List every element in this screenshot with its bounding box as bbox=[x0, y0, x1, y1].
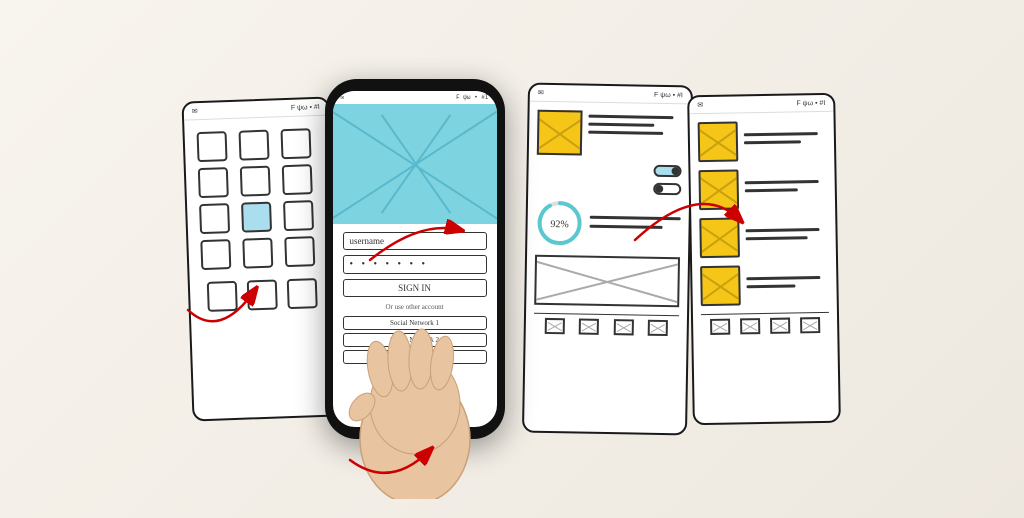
dashboard-header-lines bbox=[588, 111, 682, 141]
toggle-row-1 bbox=[536, 163, 681, 178]
status-center-left: F ψω • #I bbox=[290, 103, 319, 111]
app-icon-9 bbox=[282, 200, 313, 231]
toggle-2-knob bbox=[655, 185, 663, 193]
list-image-3 bbox=[699, 217, 740, 258]
list-lines-4 bbox=[746, 276, 828, 293]
nav-icon-1[interactable] bbox=[544, 318, 564, 334]
username-field[interactable]: username bbox=[343, 232, 487, 250]
card-right-content bbox=[689, 112, 837, 347]
status-icon-left: ✉ bbox=[191, 107, 197, 115]
app-icon-2 bbox=[238, 130, 269, 161]
right-nav-icon-3[interactable] bbox=[770, 318, 790, 334]
dashboard-header bbox=[536, 110, 682, 158]
status-icon-mid: ✉ bbox=[537, 89, 543, 97]
progress-lines bbox=[589, 215, 680, 234]
or-text: Or use other account bbox=[343, 303, 487, 311]
progress-label: 92% bbox=[550, 219, 569, 230]
status-icon-right: ✉ bbox=[697, 101, 703, 109]
phone-status-center: F ψω • #I bbox=[456, 94, 488, 101]
nav-icon-2[interactable] bbox=[579, 319, 599, 335]
list-line-1b bbox=[743, 140, 800, 144]
list-image-4 bbox=[700, 265, 741, 306]
list-lines-1 bbox=[743, 132, 825, 149]
app-icon-11 bbox=[242, 238, 273, 269]
hero-x-line2 bbox=[333, 106, 497, 224]
list-line-3a bbox=[745, 228, 819, 232]
list-item-2 bbox=[698, 168, 827, 210]
list-line-2b bbox=[744, 188, 797, 192]
toggle-row-2 bbox=[536, 181, 681, 196]
app-icon-6 bbox=[281, 164, 312, 195]
status-center-right: F ψω • #I bbox=[796, 99, 825, 107]
progress-line-1 bbox=[589, 215, 680, 220]
list-image-1 bbox=[697, 121, 738, 162]
phone-status-icon: ✉ bbox=[341, 94, 345, 101]
list-line-1a bbox=[743, 132, 817, 136]
dashboard-header-image bbox=[536, 110, 582, 156]
scene: ✉ F ψω • #I bbox=[0, 0, 1024, 518]
list-line-3b bbox=[745, 236, 807, 240]
list-line-2a bbox=[744, 180, 818, 184]
app-icon-1 bbox=[196, 131, 227, 162]
right-nav-icon-2[interactable] bbox=[740, 318, 760, 334]
card-mid-right-content: 92% bbox=[525, 102, 690, 349]
app-icon-4 bbox=[197, 167, 228, 198]
app-icon-5 bbox=[239, 166, 270, 197]
bottom-icon-2 bbox=[246, 279, 277, 310]
password-field[interactable]: • • • • • • • bbox=[343, 255, 487, 274]
list-item-1 bbox=[697, 120, 826, 162]
toggle-1-knob bbox=[671, 167, 679, 175]
progress-line-2 bbox=[589, 224, 662, 228]
app-icon-12 bbox=[284, 236, 315, 267]
card-mid-right: ✉ F ψω • #I bbox=[521, 83, 692, 436]
status-center-mid: F ψω • #I bbox=[653, 91, 682, 99]
card-left-content bbox=[184, 116, 335, 325]
bottom-icon-3 bbox=[286, 278, 317, 309]
app-icon-7 bbox=[199, 203, 230, 234]
app-icon-8-highlighted bbox=[241, 202, 272, 233]
dashboard-bottom-nav bbox=[533, 313, 678, 341]
right-nav-icon-4[interactable] bbox=[800, 317, 820, 333]
card-left-bottom-icons bbox=[197, 270, 326, 316]
header-line-1 bbox=[588, 115, 673, 119]
progress-circle: 92% bbox=[535, 199, 584, 248]
app-grid bbox=[192, 124, 325, 274]
toggle-2[interactable] bbox=[653, 183, 681, 195]
hero-x-line1 bbox=[333, 106, 497, 224]
app-icon-3 bbox=[280, 128, 311, 159]
toggle-1[interactable] bbox=[653, 165, 681, 177]
right-bottom-nav bbox=[700, 312, 828, 339]
hand-illustration bbox=[305, 319, 525, 499]
sign-in-button[interactable]: SIGN IN bbox=[343, 279, 487, 297]
right-nav-icon-1[interactable] bbox=[710, 319, 730, 335]
app-icon-10 bbox=[200, 239, 231, 270]
phone-hero-image bbox=[333, 104, 497, 224]
header-line-3 bbox=[588, 131, 663, 135]
list-lines-3 bbox=[745, 228, 827, 245]
nav-icon-4[interactable] bbox=[647, 320, 667, 336]
card-right: ✉ F ψω • #I bbox=[687, 93, 841, 426]
nav-icon-3[interactable] bbox=[613, 319, 633, 335]
list-line-4b bbox=[746, 284, 795, 288]
list-image-2 bbox=[698, 169, 739, 210]
list-line-4a bbox=[746, 276, 820, 280]
list-item-4 bbox=[700, 264, 829, 306]
progress-section: 92% bbox=[535, 199, 681, 250]
phone-wrapper: ✉ F ψω • #I username • • • • • • • SIGN … bbox=[325, 79, 505, 439]
phone-status-bar: ✉ F ψω • #I bbox=[333, 91, 497, 104]
header-line-2 bbox=[588, 123, 654, 127]
dashboard-image-placeholder bbox=[534, 255, 680, 308]
list-item-3 bbox=[699, 216, 828, 258]
list-lines-2 bbox=[744, 180, 826, 197]
bottom-icon-1 bbox=[206, 281, 237, 312]
